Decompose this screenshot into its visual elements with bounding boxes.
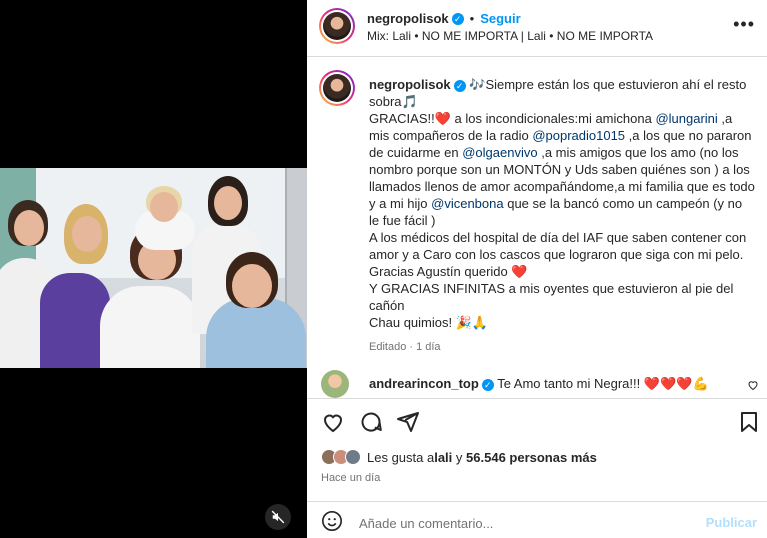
comment-input[interactable]: Añade un comentario... bbox=[359, 516, 493, 531]
music-emoji: 🎶 bbox=[469, 77, 486, 92]
mention-lungarini[interactable]: @lungarini bbox=[655, 111, 717, 126]
post-photo bbox=[0, 168, 307, 368]
more-options-icon[interactable]: ••• bbox=[733, 14, 755, 35]
likes-count[interactable]: 56.546 personas más bbox=[466, 450, 597, 465]
post-media[interactable] bbox=[0, 0, 307, 538]
actions-section: Les gusta a lali y 56.546 personas más H… bbox=[307, 398, 767, 538]
verified-badge-icon: ✓ bbox=[453, 79, 466, 92]
speaker-muted-icon bbox=[271, 510, 285, 524]
heart-emoji: ❤️ bbox=[434, 111, 451, 126]
post-details-panel: negropolisok ✓ • Seguir Mix: Lali • NO M… bbox=[307, 0, 767, 538]
audio-track[interactable]: Mix: Lali • NO ME IMPORTA | Lali • NO ME… bbox=[367, 29, 653, 43]
commenter-username[interactable]: andrearincon_top bbox=[369, 376, 479, 391]
follow-button[interactable]: Seguir bbox=[480, 11, 520, 26]
person-6 bbox=[206, 298, 306, 368]
like-heart-icon[interactable] bbox=[321, 410, 345, 434]
add-comment-bar: Añade un comentario... Publicar bbox=[307, 501, 767, 538]
post-timestamp[interactable]: Hace un día bbox=[321, 472, 380, 484]
liker-avatar bbox=[345, 449, 361, 465]
emoji-smiley-icon[interactable] bbox=[321, 510, 343, 532]
mention-olgaenvivo[interactable]: @olgaenvivo bbox=[462, 145, 537, 160]
likes-summary[interactable]: Les gusta a lali y 56.546 personas más bbox=[321, 449, 597, 465]
caption-text: negropolisok ✓ 🎶Siempre están los que est… bbox=[369, 76, 755, 356]
verified-badge-icon: ✓ bbox=[481, 378, 494, 391]
comment-item: andrearincon_top ✓ Te Amo tanto mi Negra!… bbox=[321, 370, 761, 398]
comment-bubble-icon[interactable] bbox=[359, 410, 383, 434]
comment-like-heart-icon[interactable] bbox=[747, 379, 759, 391]
mute-button[interactable] bbox=[265, 504, 291, 530]
mention-popradio[interactable]: @popradio1015 bbox=[532, 128, 625, 143]
save-bookmark-icon[interactable] bbox=[737, 410, 761, 434]
caption-avatar[interactable] bbox=[319, 70, 355, 106]
post-header: negropolisok ✓ • Seguir Mix: Lali • NO M… bbox=[307, 0, 767, 57]
verified-badge-icon: ✓ bbox=[451, 12, 464, 25]
commenter-avatar[interactable] bbox=[321, 370, 349, 398]
caption-username[interactable]: negropolisok bbox=[369, 77, 451, 92]
post-comment-button[interactable]: Publicar bbox=[706, 515, 757, 530]
person-3 bbox=[100, 286, 200, 368]
share-paper-plane-icon[interactable] bbox=[396, 410, 420, 434]
mention-vicenbona[interactable]: @vicenbona bbox=[431, 196, 503, 211]
author-username[interactable]: negropolisok bbox=[367, 11, 449, 26]
caption-meta: Editado · 1 día bbox=[369, 341, 441, 353]
author-avatar[interactable] bbox=[319, 8, 355, 44]
caption-area: negropolisok ✓ 🎶Siempre están los que est… bbox=[307, 58, 767, 398]
likes-user[interactable]: lali bbox=[434, 450, 452, 465]
comment-text: Te Amo tanto mi Negra!!! bbox=[497, 376, 641, 391]
